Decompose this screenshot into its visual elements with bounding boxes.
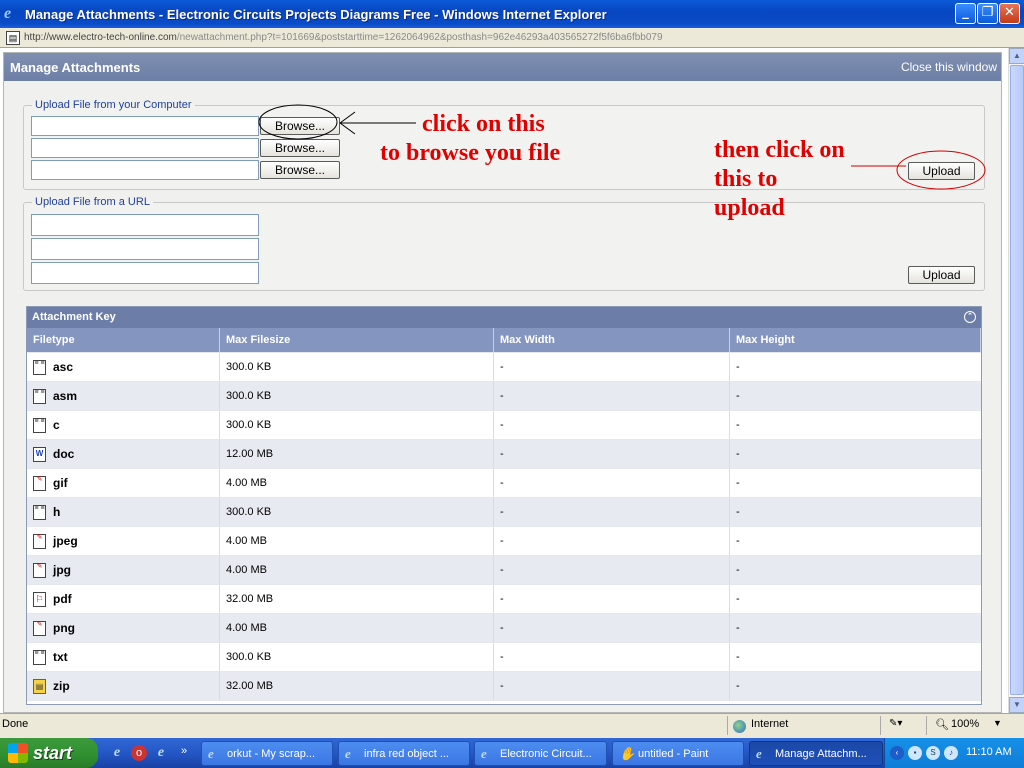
- taskbar-button[interactable]: e Electronic Circuit...: [474, 741, 607, 766]
- start-label: start: [33, 742, 73, 763]
- upload-annotation-line2: this to: [714, 166, 778, 192]
- url-text[interactable]: http://www.electro-tech-online.com/newat…: [24, 32, 663, 43]
- status-bar: Done Internet ✎▾ 🔍︎ 100% ▼: [0, 713, 1024, 738]
- browse-arrow-head-bottom: [339, 122, 356, 135]
- skype-icon[interactable]: S: [926, 746, 940, 760]
- windows-logo-icon: [8, 743, 28, 763]
- volume-icon[interactable]: ♪: [944, 746, 958, 760]
- globe-icon: [733, 720, 746, 733]
- page-content: Manage Attachments Close this window Upl…: [0, 48, 1008, 713]
- paint-icon: ✋: [619, 745, 636, 761]
- tray-collapse-icon[interactable]: ‹: [890, 746, 904, 760]
- ie-icon: e: [481, 745, 487, 761]
- quicklaunch-opera-icon[interactable]: o: [131, 745, 147, 761]
- zone-text: Internet: [751, 718, 789, 730]
- url-path: /newattachment.php?t=101669&poststarttim…: [176, 32, 663, 43]
- taskbar-button-label: orkut - My scrap...: [227, 747, 316, 760]
- taskbar-button[interactable]: ✋ untitled - Paint: [612, 741, 744, 766]
- page-icon: ▤: [6, 30, 20, 45]
- taskbar-button-label: infra red object ...: [364, 747, 449, 760]
- taskbar-button[interactable]: e orkut - My scrap...: [201, 741, 333, 766]
- zoom-dropdown-icon[interactable]: ▼: [993, 718, 1002, 728]
- window-title: Manage Attachments - Electronic Circuits…: [25, 6, 607, 22]
- taskbar-button[interactable]: e infra red object ...: [338, 741, 470, 766]
- taskbar-button-label: untitled - Paint: [638, 747, 709, 760]
- ie-icon: e: [208, 745, 214, 761]
- scroll-down-arrow-icon[interactable]: ▼: [1009, 697, 1024, 713]
- browse-circle-mark: [258, 104, 338, 140]
- quicklaunch-more[interactable]: »: [176, 743, 192, 759]
- ie-icon: e: [345, 745, 351, 761]
- start-button[interactable]: start: [0, 738, 98, 768]
- protected-mode-icon[interactable]: ✎▾: [889, 718, 902, 729]
- system-tray: ‹ ▪ S ♪ 11:10 AM: [884, 738, 1024, 768]
- close-window-button[interactable]: ✕: [999, 3, 1020, 24]
- zoom-level[interactable]: 100%: [951, 718, 979, 730]
- url-domain: http://www.electro-tech-online.com: [24, 32, 177, 43]
- upload-annotation-line3: upload: [714, 195, 785, 221]
- clock: 11:10 AM: [966, 746, 1012, 758]
- browse-arrow-head-top: [339, 111, 356, 124]
- upload-annotation-line1: then click on: [714, 137, 845, 163]
- taskbar-button-label: Manage Attachm...: [775, 747, 867, 760]
- upload-circle-mark: [896, 150, 986, 190]
- status-text: Done: [2, 718, 29, 730]
- minimize-button[interactable]: _: [955, 3, 976, 24]
- quicklaunch-ie-icon[interactable]: e: [109, 745, 125, 761]
- browse-annotation-line1: click on this: [422, 111, 545, 137]
- ie-icon: e: [756, 745, 762, 761]
- ie-icon: e: [4, 5, 12, 22]
- taskbar-button-label: Electronic Circuit...: [500, 747, 592, 760]
- taskbar-button[interactable]: e Manage Attachm...: [749, 741, 883, 766]
- taskbar: start e o e » e orkut - My scrap... e infra…: [0, 738, 1024, 768]
- scroll-thumb[interactable]: [1010, 65, 1024, 695]
- quicklaunch-browser-icon[interactable]: e: [153, 745, 169, 761]
- vertical-scrollbar[interactable]: ▲ ▼: [1008, 48, 1024, 713]
- zoom-icon[interactable]: 🔍︎: [935, 718, 949, 731]
- window-titlebar: e Manage Attachments - Electronic Circui…: [0, 0, 1024, 28]
- browse-annotation-line2: to browse you file: [380, 140, 561, 166]
- scroll-up-arrow-icon[interactable]: ▲: [1009, 48, 1024, 64]
- restore-button[interactable]: ❐: [977, 3, 998, 24]
- address-bar: ▤ http://www.electro-tech-online.com/new…: [0, 28, 1024, 48]
- network-icon[interactable]: ▪: [908, 746, 922, 760]
